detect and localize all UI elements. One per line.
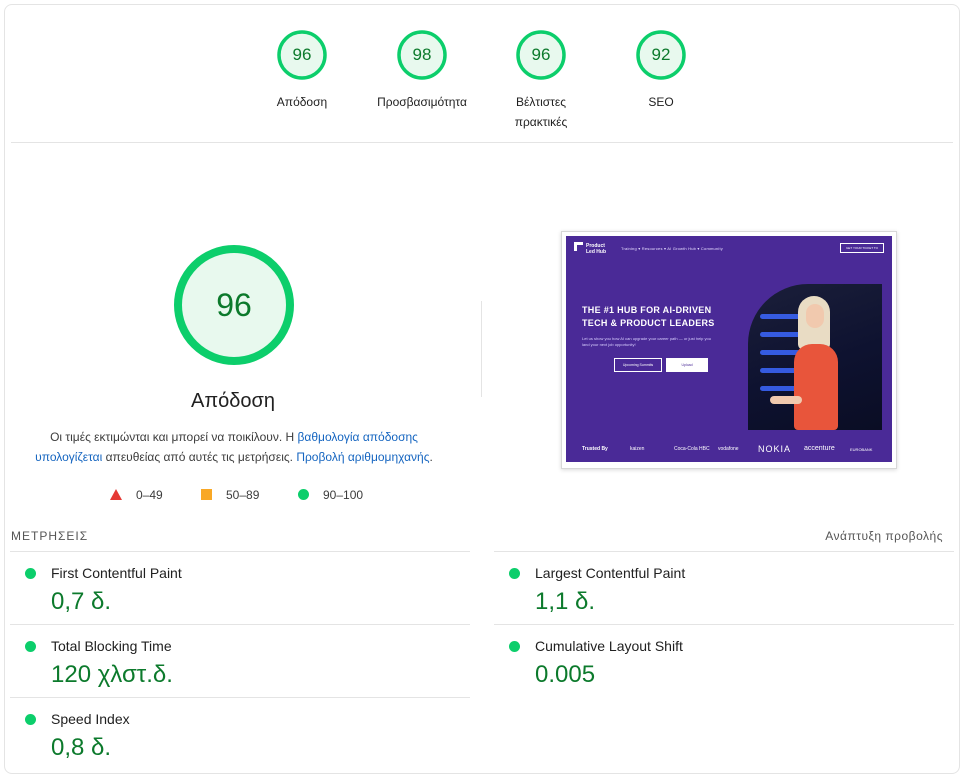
gauge-best-practices[interactable]: 96 Βέλτιστες πρακτικές: [481, 29, 601, 132]
legend-pass-label: 90–100: [323, 488, 364, 502]
performance-title: Απόδοση: [191, 390, 275, 412]
metric-cls: Cumulative Layout Shift 0.005: [494, 624, 954, 697]
logo-accenture: accenture: [804, 445, 835, 452]
metric-value: 0,7 δ.: [51, 588, 112, 615]
hero-button-upload: Upload: [666, 358, 708, 372]
metric-value: 0,8 δ.: [51, 734, 112, 761]
site-nav-links: Training ▾ Resources ▾ AI Growth Hub ▾ C…: [621, 246, 723, 251]
legend-pass: 90–100: [298, 487, 363, 503]
pass-dot-icon: [25, 714, 36, 725]
brand-logo-icon: [574, 242, 583, 251]
light-stripe: [760, 332, 800, 337]
metric-fcp: First Contentful Paint 0,7 δ.: [10, 551, 470, 624]
metric-value: 0.005: [535, 661, 596, 688]
pass-dot-icon: [25, 568, 36, 579]
square-icon: [201, 489, 212, 500]
hero-subtitle: Let us show you how AI can upgrade your …: [582, 336, 711, 347]
performance-score: 96: [216, 287, 252, 323]
site-nav: Product Led Hub Training ▾ Resources ▾ A…: [566, 236, 892, 262]
legend-average: 50–89: [201, 487, 259, 503]
final-screenshot[interactable]: Product Led Hub Training ▾ Resources ▾ A…: [561, 231, 897, 469]
circle-icon: [298, 489, 309, 500]
light-stripe: [760, 314, 800, 319]
legend-average-label: 50–89: [226, 488, 260, 502]
gauge-score: 96: [292, 45, 312, 64]
speaker-arm: [770, 396, 802, 404]
logo-kaizen: kaizen: [630, 446, 645, 452]
gauge-label: Βέλτιστες πρακτικές: [514, 95, 568, 129]
trusted-by-label: Trusted By: [582, 446, 608, 452]
section-divider: [11, 142, 953, 143]
gauge-ring: 96: [276, 29, 328, 81]
logo-nokia: NOKIA: [758, 444, 792, 454]
hero-title-line: THE #1 HUB FOR AI-DRIVEN: [582, 305, 712, 315]
metric-name: First Contentful Paint: [51, 565, 182, 581]
triangle-icon: [110, 489, 122, 500]
category-gauges: 96 Απόδοση 98 Προσβασιμότητα 96 Βέλτιστε…: [5, 29, 959, 139]
vertical-divider: [481, 301, 482, 397]
gauge-ring: 98: [396, 29, 448, 81]
metric-lcp: Largest Contentful Paint 1,1 δ.: [494, 551, 954, 624]
metric-name: Largest Contentful Paint: [535, 565, 686, 581]
performance-gauge: 96: [172, 243, 296, 367]
gauge-seo[interactable]: 92 SEO: [601, 29, 721, 112]
metric-value: 1,1 δ.: [535, 588, 596, 615]
metric-tbt: Total Blocking Time 120 χλστ.δ.: [10, 624, 470, 697]
screenshot-image: Product Led Hub Training ▾ Resources ▾ A…: [566, 236, 892, 462]
gauge-ring: 92: [635, 29, 687, 81]
speaker-photo: [748, 284, 882, 430]
hero-button-summits: Upcoming Summits: [614, 358, 662, 372]
lighthouse-report-card: 96 Απόδοση 98 Προσβασιμότητα 96 Βέλτιστε…: [4, 4, 960, 774]
legend-fail-label: 0–49: [136, 488, 163, 502]
metric-si: Speed Index 0,8 δ.: [10, 697, 470, 770]
performance-description: Οι τιμές εκτιμώνται και μπορεί να ποικίλ…: [25, 427, 443, 467]
site-brand: Product Led Hub: [586, 243, 606, 255]
calculator-link[interactable]: Προβολή αριθμομηχανής: [296, 450, 429, 464]
gauge-score: 98: [412, 45, 432, 64]
gauge-label: SEO: [648, 95, 674, 109]
site-nav-button: GET YOUR TICKET TO: [840, 243, 884, 253]
metric-value: 120 χλστ.δ.: [51, 661, 173, 688]
logo-vodafone: vodafone: [718, 446, 739, 452]
desc-text: .: [429, 450, 433, 464]
light-stripe: [760, 350, 800, 355]
speaker-dress: [794, 344, 838, 430]
desc-text: Οι τιμές εκτιμώνται και μπορεί να ποικίλ…: [50, 430, 298, 444]
logo-eurobank: EUROBANK: [850, 447, 873, 452]
gauge-label: Προσβασιμότητα: [377, 95, 467, 109]
hero-title: THE #1 HUB FOR AI-DRIVEN TECH & PRODUCT …: [582, 304, 715, 330]
gauge-score: 96: [531, 45, 551, 64]
metric-name: Speed Index: [51, 711, 130, 727]
hero-title-line: TECH & PRODUCT LEADERS: [582, 318, 715, 328]
desc-text: απευθείας από αυτές τις μετρήσεις.: [102, 450, 297, 464]
logo-coca-cola: Coca-Cola HBC: [674, 446, 710, 452]
trusted-by-strip: Trusted By kaizen Coca-Cola HBC vodafone…: [566, 436, 892, 462]
pass-dot-icon: [509, 641, 520, 652]
gauge-performance[interactable]: 96 Απόδοση: [242, 29, 362, 112]
metrics-heading: ΜΕΤΡΗΣΕΙΣ: [11, 529, 89, 543]
pass-dot-icon: [509, 568, 520, 579]
gauge-ring: 96: [515, 29, 567, 81]
score-legend: 0–49 50–89 90–100: [5, 487, 475, 507]
metric-name: Total Blocking Time: [51, 638, 172, 654]
speaker-face: [806, 304, 824, 328]
pass-dot-icon: [25, 641, 36, 652]
gauge-score: 92: [651, 45, 671, 64]
metric-name: Cumulative Layout Shift: [535, 638, 683, 654]
legend-fail: 0–49: [110, 487, 163, 503]
gauge-accessibility[interactable]: 98 Προσβασιμότητα: [362, 29, 482, 112]
gauge-label: Απόδοση: [276, 95, 328, 109]
expand-view-toggle[interactable]: Ανάπτυξη προβολής: [825, 529, 943, 543]
